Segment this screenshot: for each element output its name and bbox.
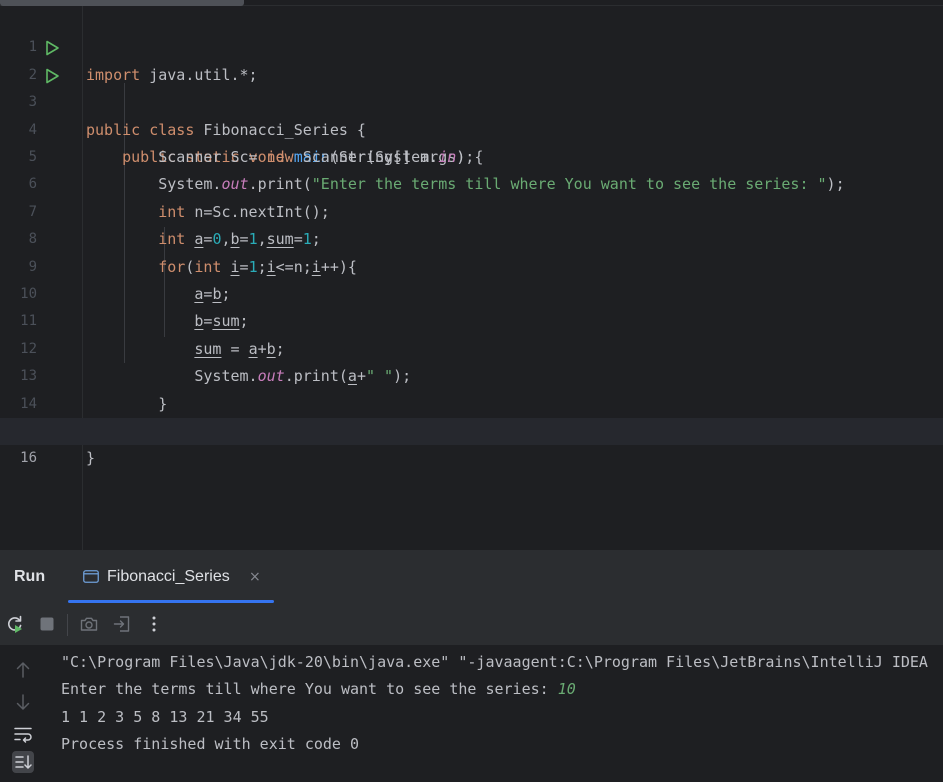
console-command-line: "C:\Program Files\Java\jdk-20\bin\java.e… [61,653,928,671]
camera-icon[interactable] [79,614,99,634]
console-prompt-line: Enter the terms till where You want to s… [61,676,943,703]
code-line[interactable]: 14 } [0,363,943,440]
code-line[interactable]: 3 public static void main(String[] args)… [0,62,943,166]
code-line[interactable]: 10 b=sum; [0,254,943,330]
code-line[interactable]: 2 public class Fibonacci_Series { [0,34,943,139]
code-editor[interactable]: 1 import java.util.*; 2 public class Fib… [0,0,943,550]
code-line[interactable]: 8 for(int i=1;i<=n;i++){ [0,199,943,275]
code-line[interactable]: 13 } [0,336,943,412]
code-line[interactable]: 15 } [0,391,943,467]
code-token: } [86,449,96,468]
close-icon[interactable]: × [249,569,261,585]
rerun-icon[interactable] [5,614,25,634]
tab-fibonacci-series[interactable]: Fibonacci_Series × [68,551,274,603]
toolbar-separator [67,614,68,636]
more-icon[interactable] [144,614,164,634]
run-main-icon[interactable] [44,68,60,84]
soft-wrap-icon[interactable] [12,723,34,745]
code-line-current[interactable]: 16 [0,418,943,466]
code-line[interactable]: 12 System.out.print(a+" "); [0,308,943,385]
run-class-icon[interactable] [44,40,60,56]
console-side-toolbar [0,646,46,782]
run-tool-window: Run Fibonacci_Series × "C:\Program Files… [0,550,943,782]
console-user-input: 10 [557,680,576,699]
tab-label: Fibonacci_Series [107,568,230,585]
console-prompt: Enter the terms till where You want to s… [61,680,558,699]
arrow-down-icon[interactable] [12,691,34,713]
horizontal-scrollbar-thumb[interactable] [0,0,244,6]
code-line[interactable]: 9 a=b; [0,226,943,303]
run-header: Run Fibonacci_Series × [0,551,943,603]
code-line[interactable]: 11 sum = a+b; [0,281,943,357]
code-line[interactable]: 1 import java.util.*; [0,7,943,83]
scroll-to-end-icon[interactable] [12,751,34,773]
run-panel-title: Run [14,568,46,585]
code-line[interactable]: 6 int n=Sc.nextInt(); [0,144,943,220]
console-icon [83,570,99,583]
exit-icon[interactable] [112,614,132,634]
stop-icon[interactable] [37,614,57,634]
line-number: 16 [20,450,37,467]
arrow-up-icon[interactable] [12,659,34,681]
console-output-line: 1 1 2 3 5 8 13 21 34 55 [61,707,269,726]
run-toolbar [0,603,943,646]
code-line[interactable]: 7 int a=0,b=1,sum=1; [0,171,943,248]
code-line[interactable]: 4 Scanner Sc= new Scanner(System.in); [0,89,943,166]
console-output[interactable]: "C:\Program Files\Java\jdk-20\bin\java.e… [61,649,943,782]
console-exit-line: Process finished with exit code 0 [61,735,360,754]
code-line[interactable]: 5 System.out.print("Enter the terms till… [0,117,943,193]
